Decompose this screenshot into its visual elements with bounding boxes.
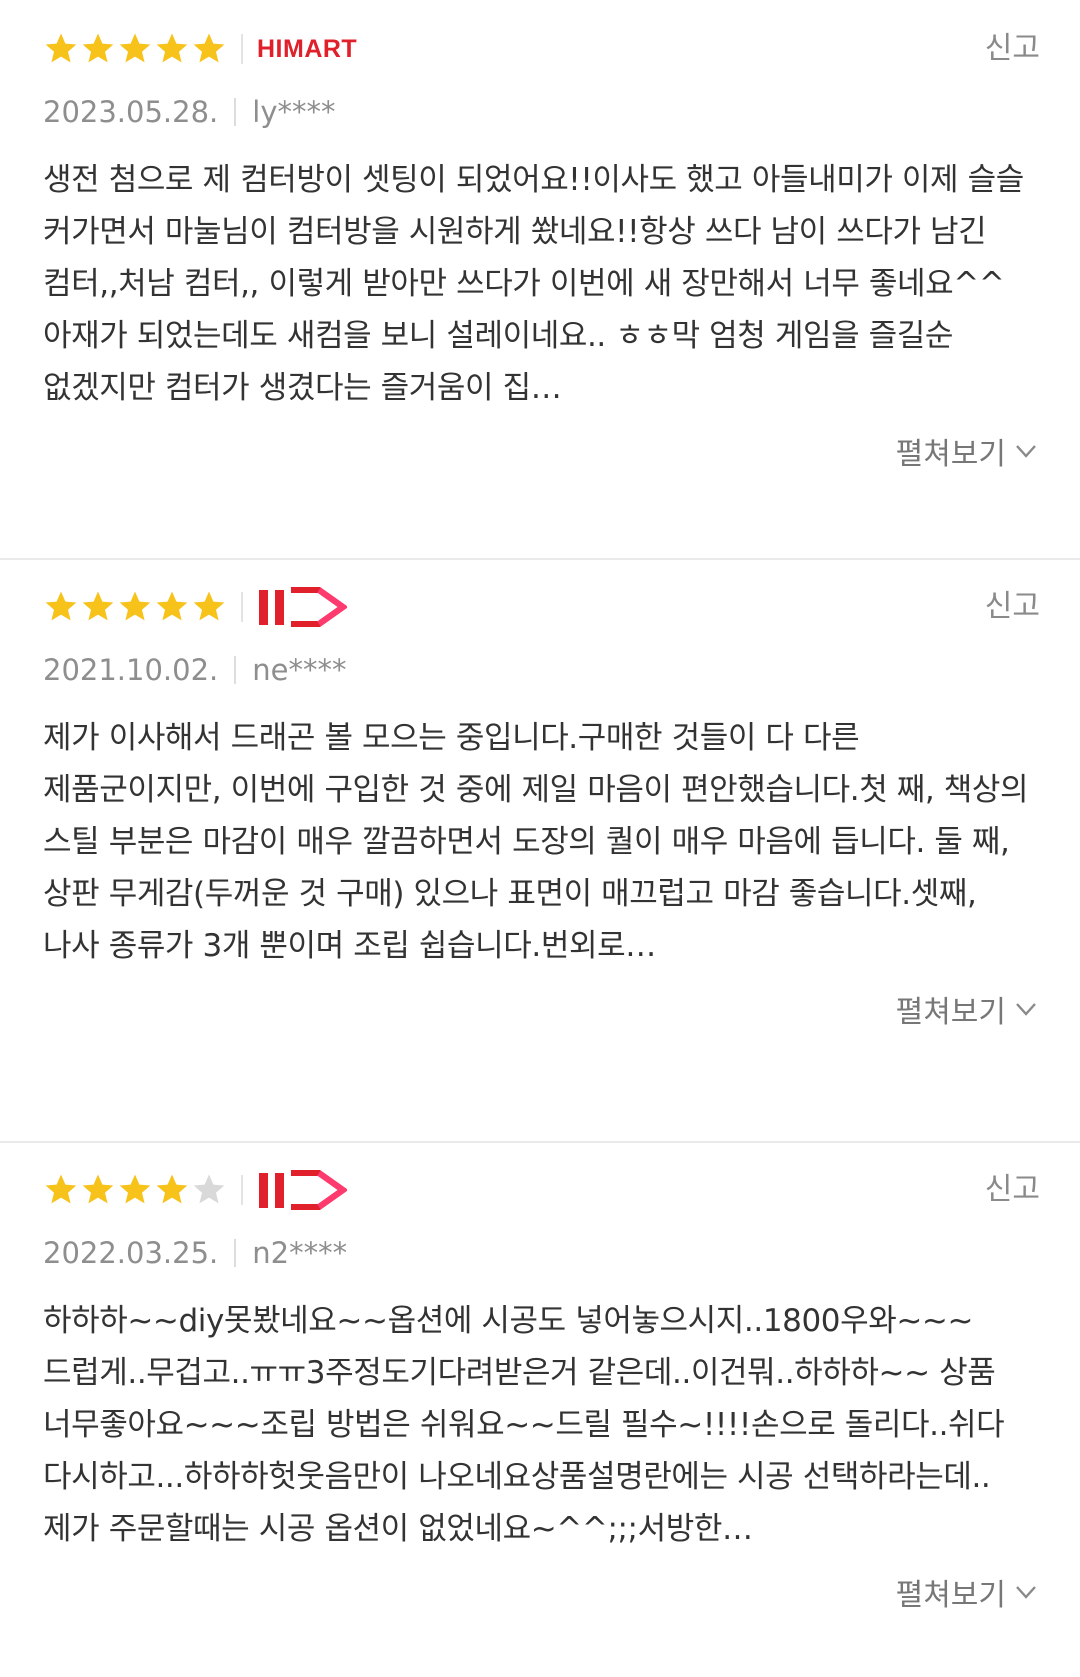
review-date: 2023.05.28. xyxy=(43,95,219,129)
divider xyxy=(234,656,237,684)
star-filled-icon xyxy=(117,31,153,67)
report-button[interactable]: 신고 xyxy=(985,582,1040,632)
star-filled-icon xyxy=(43,589,79,625)
11st-logo xyxy=(257,1165,347,1215)
expand-label: 펼쳐보기 xyxy=(895,1578,1006,1613)
review-date: 2022.03.25. xyxy=(43,1236,219,1270)
expand-button[interactable]: 펼쳐보기 xyxy=(43,426,1040,476)
expand-label: 펼쳐보기 xyxy=(895,995,1006,1030)
star-filled-icon xyxy=(80,1172,116,1208)
report-button[interactable]: 신고 xyxy=(985,24,1040,74)
review-card: 신고 2021.10.02. ne**** 제가 이사해서 드래곤 볼 모으는 … xyxy=(0,560,1080,1141)
divider xyxy=(241,1175,243,1205)
chevron-down-icon xyxy=(1012,995,1040,1023)
star-filled-icon xyxy=(117,589,153,625)
star-filled-icon xyxy=(191,589,227,625)
reviewer-id: n2**** xyxy=(252,1236,348,1270)
star-rating xyxy=(43,589,227,625)
star-filled-icon xyxy=(191,31,227,67)
review-card: 신고 2022.03.25. n2**** 하하하~~diy못봤네요~~옵션에 … xyxy=(0,1143,1080,1677)
review-meta: 2023.05.28. ly**** xyxy=(43,92,1040,132)
chevron-down-icon xyxy=(1012,1578,1040,1606)
reviewer-id: ne**** xyxy=(252,653,347,687)
review-meta: 2021.10.02. ne**** xyxy=(43,650,1040,690)
review-header: 신고 xyxy=(43,1165,1040,1215)
star-filled-icon xyxy=(43,1172,79,1208)
divider xyxy=(241,592,243,622)
himart-logo: HIMART xyxy=(257,24,357,74)
star-filled-icon xyxy=(80,589,116,625)
divider xyxy=(241,34,243,64)
review-card: HIMART 신고 2023.05.28. ly**** 생전 첨으로 제 컴터… xyxy=(0,0,1080,558)
seller-name: HIMART xyxy=(257,34,358,63)
review-text: 제가 이사해서 드래곤 볼 모으는 중입니다.구매한 것들이 다 다른 제품군이… xyxy=(43,720,1029,964)
expand-button[interactable]: 펼쳐보기 xyxy=(43,984,1040,1034)
star-filled-icon xyxy=(154,589,190,625)
review-header: HIMART 신고 xyxy=(43,24,1040,74)
star-filled-icon xyxy=(43,31,79,67)
11st-logo xyxy=(257,582,347,632)
star-rating xyxy=(43,1172,227,1208)
expand-label: 펼쳐보기 xyxy=(895,437,1006,472)
review-text: 하하하~~diy못봤네요~~옵션에 시공도 넣어놓으시지..1800우와~~~ … xyxy=(43,1303,1005,1547)
divider xyxy=(234,98,237,126)
star-filled-icon xyxy=(117,1172,153,1208)
star-filled-icon xyxy=(154,1172,190,1208)
reviewer-id: ly**** xyxy=(252,95,336,129)
chevron-down-icon xyxy=(1012,437,1040,465)
review-text: 생전 첨으로 제 컴터방이 셋팅이 되었어요!!이사도 했고 아들내미가 이제 … xyxy=(43,162,1024,406)
star-rating xyxy=(43,31,227,67)
divider xyxy=(234,1239,237,1267)
expand-button[interactable]: 펼쳐보기 xyxy=(43,1567,1040,1617)
review-date: 2021.10.02. xyxy=(43,653,219,687)
star-filled-icon xyxy=(154,31,190,67)
review-meta: 2022.03.25. n2**** xyxy=(43,1233,1040,1273)
star-filled-icon xyxy=(80,31,116,67)
star-empty-icon xyxy=(191,1172,227,1208)
report-button[interactable]: 신고 xyxy=(985,1165,1040,1215)
review-header: 신고 xyxy=(43,582,1040,632)
